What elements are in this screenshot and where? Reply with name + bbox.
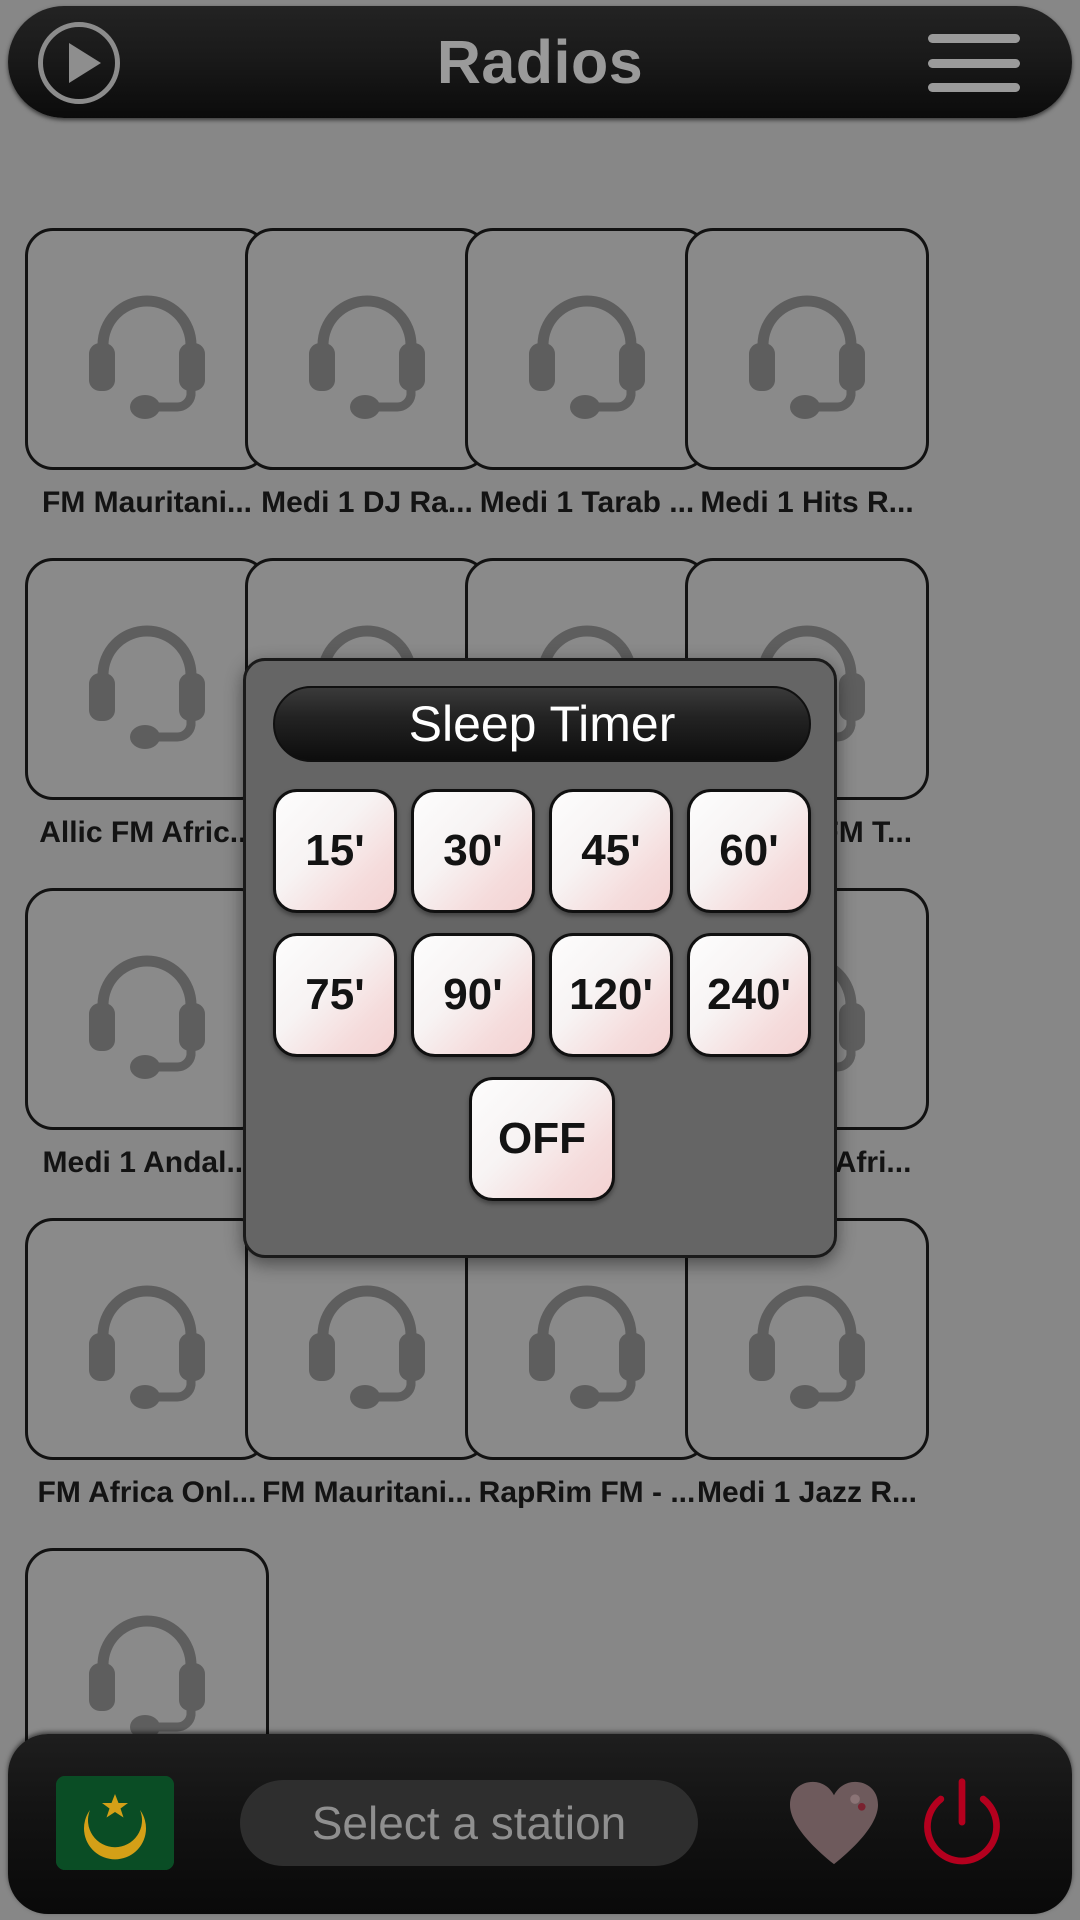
- headset-icon: [89, 1615, 205, 1739]
- headset-icon: [749, 295, 865, 419]
- timer-option-button[interactable]: 120': [549, 933, 673, 1057]
- timer-option-button[interactable]: 90': [411, 933, 535, 1057]
- hamburger-menu-icon[interactable]: [928, 34, 1020, 92]
- station-label: FM Mauritani...: [42, 486, 252, 519]
- power-icon[interactable]: [908, 1774, 1016, 1874]
- timer-option-button[interactable]: 75': [273, 933, 397, 1057]
- station-item[interactable]: FM Mauritani...: [245, 1218, 489, 1510]
- search-placeholder: Select a station: [311, 1797, 627, 1849]
- heart-svg: [790, 1781, 878, 1865]
- timer-off-button[interactable]: OFF: [469, 1077, 615, 1201]
- timer-row: 75' 90' 120' 240': [273, 933, 811, 1057]
- page-title: Radios: [436, 28, 644, 96]
- power-svg: [924, 1778, 1000, 1865]
- timer-row-off: OFF: [273, 1077, 811, 1201]
- timer-option-button[interactable]: 60': [687, 789, 811, 913]
- station-item[interactable]: FM Mauritani...: [25, 228, 269, 520]
- station-label: Medi 1 DJ Ra...: [261, 486, 473, 519]
- dialog-title: Sleep Timer: [273, 686, 811, 762]
- station-row: FM Mauritani... Medi 1 DJ Ra... Medi 1 Tar…: [0, 228, 1080, 558]
- headset-icon: [309, 295, 425, 419]
- app-root: FM Mauritani... Medi 1 DJ Ra... Medi 1 Tar…: [0, 0, 1080, 1920]
- station-label: Medi 1 Hits R...: [700, 486, 914, 519]
- timer-option-button[interactable]: 15': [273, 789, 397, 913]
- station-card[interactable]: [245, 228, 489, 470]
- station-item[interactable]: FM Africa Onl...: [25, 1218, 269, 1510]
- headset-icon: [89, 295, 205, 419]
- heart-icon[interactable]: [778, 1776, 890, 1872]
- timer-option-button[interactable]: 45': [549, 789, 673, 913]
- menu-line-2: [928, 58, 1020, 68]
- timer-option-button[interactable]: 240': [687, 933, 811, 1057]
- station-item[interactable]: Medi 1 Tarab ...: [465, 228, 709, 520]
- app-header: Radios: [8, 6, 1072, 118]
- headset-icon: [309, 1285, 425, 1409]
- station-label: FM Mauritani...: [262, 1476, 472, 1509]
- station-label: Medi 1 Jazz R...: [696, 1476, 918, 1509]
- station-card[interactable]: [25, 1218, 269, 1460]
- timer-row: 15' 30' 45' 60': [273, 789, 811, 913]
- search-input[interactable]: Select a station: [240, 1780, 698, 1866]
- station-label: Medi 1 Tarab ...: [479, 486, 695, 519]
- station-label: RapRim FM - ...: [478, 1476, 696, 1509]
- headset-icon: [89, 955, 205, 1079]
- headset-icon: [529, 295, 645, 419]
- station-item[interactable]: Medi 1 Hits R...: [685, 228, 929, 520]
- station-item[interactable]: Allic FM Afric...: [25, 558, 269, 850]
- station-item[interactable]: Medi 1 Jazz R...: [685, 1218, 929, 1510]
- timer-option-button[interactable]: 30': [411, 789, 535, 913]
- timer-options-grid: 15' 30' 45' 60' 75' 90' 120' 240' OFF: [273, 789, 811, 1221]
- station-label: Medi 1 Andal...: [42, 1146, 252, 1179]
- station-item[interactable]: Medi 1 DJ Ra...: [245, 228, 489, 520]
- menu-line-3: [928, 83, 1020, 92]
- headset-icon: [89, 1285, 205, 1409]
- station-card[interactable]: [25, 558, 269, 800]
- headset-icon: [89, 625, 205, 749]
- station-card[interactable]: [685, 228, 929, 470]
- station-item[interactable]: RapRim FM - ...: [465, 1218, 709, 1510]
- flag-svg: [56, 1776, 174, 1870]
- station-card[interactable]: [25, 888, 269, 1130]
- station-card[interactable]: [25, 228, 269, 470]
- bottom-bar: Select a station: [8, 1734, 1072, 1914]
- headset-icon: [749, 1285, 865, 1409]
- sleep-timer-dialog: Sleep Timer 15' 30' 45' 60' 75' 90' 120' 240' OF…: [243, 658, 837, 1258]
- station-label: FM Africa Onl...: [37, 1476, 257, 1509]
- mauritania-flag-icon[interactable]: [56, 1776, 174, 1870]
- station-label: Allic FM Afric...: [39, 816, 255, 849]
- station-row: FM Africa Onl... FM Mauritani... RapRim FM…: [0, 1218, 1080, 1548]
- station-card[interactable]: [465, 228, 709, 470]
- headset-icon: [529, 1285, 645, 1409]
- station-item[interactable]: Medi 1 Andal...: [25, 888, 269, 1180]
- menu-line-1: [928, 34, 1020, 43]
